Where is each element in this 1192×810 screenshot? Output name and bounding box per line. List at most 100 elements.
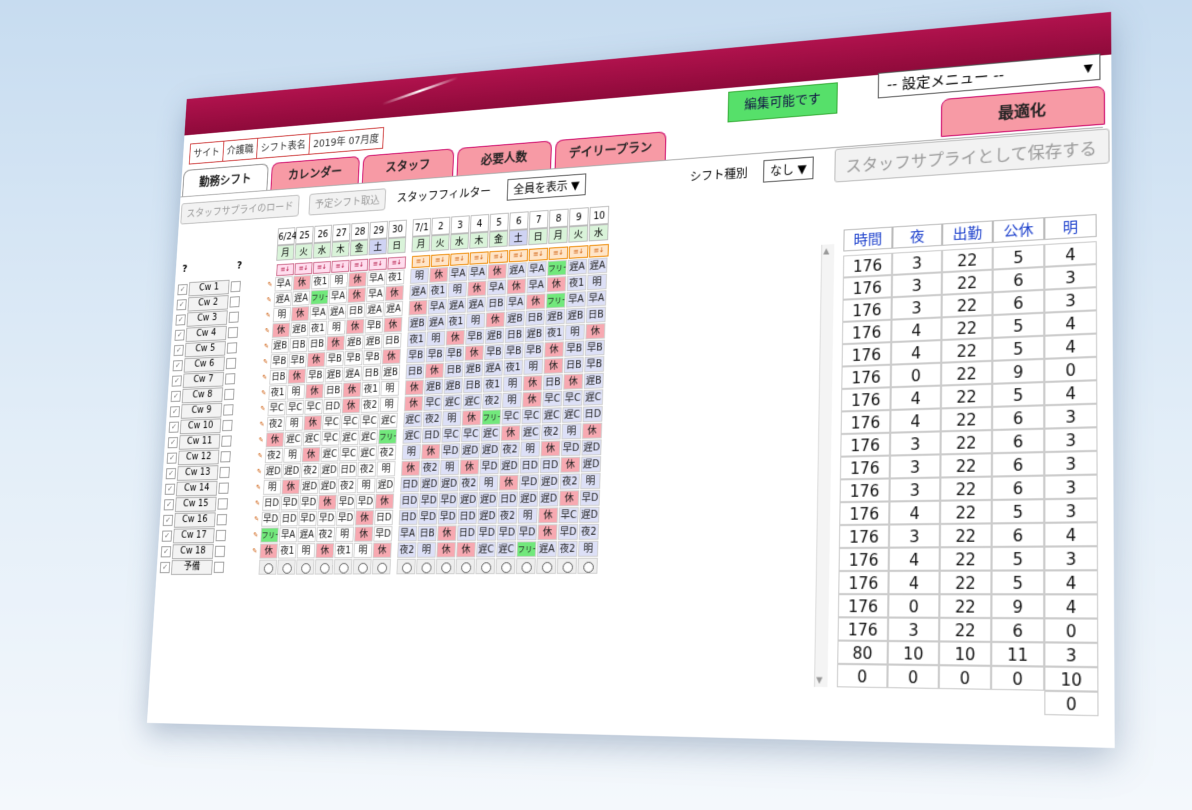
shift-cell[interactable]: 日B: [382, 332, 402, 349]
shift-cell[interactable]: 早C: [322, 414, 341, 431]
shift-cell[interactable]: 早A: [274, 276, 293, 292]
staff-lock-checkbox[interactable]: [228, 311, 240, 323]
reserve-slot[interactable]: [314, 559, 334, 575]
shift-cell[interactable]: 遅D: [477, 508, 498, 525]
shift-cell[interactable]: 遅B: [344, 334, 364, 351]
shift-cell[interactable]: 夜1: [277, 543, 297, 559]
shift-cell[interactable]: 日D: [279, 511, 299, 527]
shift-cell[interactable]: 休: [459, 459, 480, 475]
shift-cell[interactable]: 遅B: [565, 307, 586, 324]
shift-cell[interactable]: 早C: [562, 390, 583, 407]
shift-cell[interactable]: 遅A: [466, 296, 486, 313]
shift-cell[interactable]: 早A: [366, 286, 385, 303]
shift-cell[interactable]: 遅C: [520, 424, 541, 441]
shift-cell[interactable]: 明: [376, 461, 396, 477]
row-edit-icon[interactable]: ✎: [256, 448, 265, 463]
shift-cell[interactable]: 遅B: [424, 378, 444, 395]
row-edit-icon[interactable]: ✎: [250, 544, 259, 559]
shift-cell[interactable]: 早A: [397, 525, 418, 542]
shift-cell[interactable]: 早A: [527, 261, 547, 278]
shift-cell[interactable]: 夜1: [503, 359, 524, 376]
shift-cell[interactable]: 早D: [440, 443, 461, 460]
shift-cell[interactable]: 休: [485, 311, 505, 328]
shift-cell[interactable]: 早A: [278, 527, 298, 543]
shift-cell[interactable]: 明: [416, 542, 437, 558]
shift-cell[interactable]: 遅A: [426, 314, 447, 331]
shift-cell[interactable]: 遅C: [403, 411, 423, 428]
shift-cell[interactable]: 早A: [505, 294, 526, 311]
shift-cell[interactable]: 休: [354, 526, 374, 542]
row-edit-icon[interactable]: ✎: [261, 354, 270, 369]
staff-lock-checkbox[interactable]: [216, 514, 228, 526]
shift-cell[interactable]: 早B: [325, 351, 345, 367]
shift-cell[interactable]: 遅D: [375, 477, 395, 493]
shift-cell[interactable]: 夜1: [268, 384, 287, 401]
shift-cell[interactable]: 休: [383, 316, 403, 333]
shift-cell[interactable]: 夜2: [422, 411, 442, 428]
shift-cell[interactable]: 遅A: [273, 291, 292, 307]
shift-cell[interactable]: 明: [409, 268, 429, 284]
shift-cell[interactable]: フリー: [260, 527, 279, 543]
shift-cell[interactable]: フリー: [516, 541, 537, 558]
shift-cell[interactable]: 休: [424, 362, 445, 379]
shift-cell[interactable]: 早A: [526, 277, 547, 294]
shift-cell[interactable]: 休: [563, 373, 584, 390]
shift-cell[interactable]: 夜2: [500, 441, 520, 458]
shift-cell[interactable]: 遅D: [579, 506, 600, 523]
row-edit-icon[interactable]: ✎: [262, 339, 271, 354]
shift-cell[interactable]: 夜1: [446, 313, 466, 330]
staff-lock-checkbox[interactable]: [221, 435, 232, 447]
shift-cell[interactable]: フリー: [310, 289, 329, 306]
shift-cell[interactable]: 明: [284, 415, 304, 432]
shift-cell[interactable]: フリー: [547, 259, 567, 277]
shift-cell[interactable]: 夜2: [300, 462, 320, 479]
shift-cell[interactable]: 遅D: [538, 490, 559, 507]
shift-cell[interactable]: 明: [401, 444, 421, 460]
shift-cell[interactable]: 遅D: [518, 490, 539, 507]
shift-cell[interactable]: 明: [447, 281, 467, 298]
shift-type-select[interactable]: なし ▼: [763, 156, 814, 183]
shift-cell[interactable]: 明: [465, 312, 486, 329]
staff-lock-checkbox[interactable]: [227, 326, 239, 339]
shift-cell[interactable]: 遅C: [496, 541, 517, 558]
shift-cell[interactable]: 明: [564, 324, 585, 341]
shift-cell[interactable]: 休: [265, 432, 285, 448]
shift-cell[interactable]: 遅C: [302, 430, 322, 447]
shift-cell[interactable]: 明: [520, 441, 541, 458]
row-edit-icon[interactable]: ✎: [257, 417, 266, 432]
shift-cell[interactable]: 明: [379, 396, 399, 413]
shift-cell[interactable]: 早A: [486, 279, 507, 296]
shift-cell[interactable]: 遅B: [407, 315, 427, 332]
shift-cell[interactable]: 日D: [400, 476, 420, 493]
row-edit-icon[interactable]: ✎: [252, 512, 261, 527]
shift-cell[interactable]: 早A: [566, 291, 587, 308]
shift-cell[interactable]: 休: [544, 341, 564, 358]
shift-cell[interactable]: 休: [301, 446, 321, 463]
column-tools-icon[interactable]: ≡↓: [450, 252, 470, 266]
column-tools-icon[interactable]: ≡↓: [548, 246, 569, 260]
shift-cell[interactable]: 休: [348, 271, 367, 288]
shift-cell[interactable]: 遅A: [384, 301, 404, 317]
shift-cell[interactable]: 遅D: [539, 473, 560, 490]
staff-lock-checkbox[interactable]: [220, 451, 231, 463]
load-staff-supply-button[interactable]: スタッフサプライのロード: [180, 194, 300, 225]
staff-checkbox[interactable]: ✓: [171, 375, 182, 387]
shift-cell[interactable]: 明: [517, 507, 538, 524]
staff-checkbox[interactable]: ✓: [175, 314, 186, 326]
shift-cell[interactable]: 日B: [486, 295, 506, 312]
shift-cell[interactable]: 明: [356, 477, 376, 494]
shift-cell[interactable]: 早D: [579, 489, 601, 507]
shift-cell[interactable]: 休: [461, 409, 482, 426]
row-edit-icon[interactable]: ✎: [251, 528, 260, 543]
shift-cell[interactable]: 遅B: [484, 327, 505, 344]
staff-checkbox[interactable]: ✓: [167, 437, 179, 449]
shift-cell[interactable]: 早D: [560, 439, 582, 457]
reserve-slot[interactable]: [396, 558, 416, 575]
shift-cell[interactable]: 日B: [346, 303, 366, 319]
shift-cell[interactable]: 明: [478, 475, 499, 492]
shift-cell[interactable]: 明: [523, 358, 544, 375]
shift-cell[interactable]: 早D: [317, 510, 336, 527]
staff-checkbox[interactable]: ✓: [164, 483, 176, 495]
shift-cell[interactable]: 休: [303, 415, 323, 431]
staff-checkbox[interactable]: ✓: [168, 421, 179, 433]
